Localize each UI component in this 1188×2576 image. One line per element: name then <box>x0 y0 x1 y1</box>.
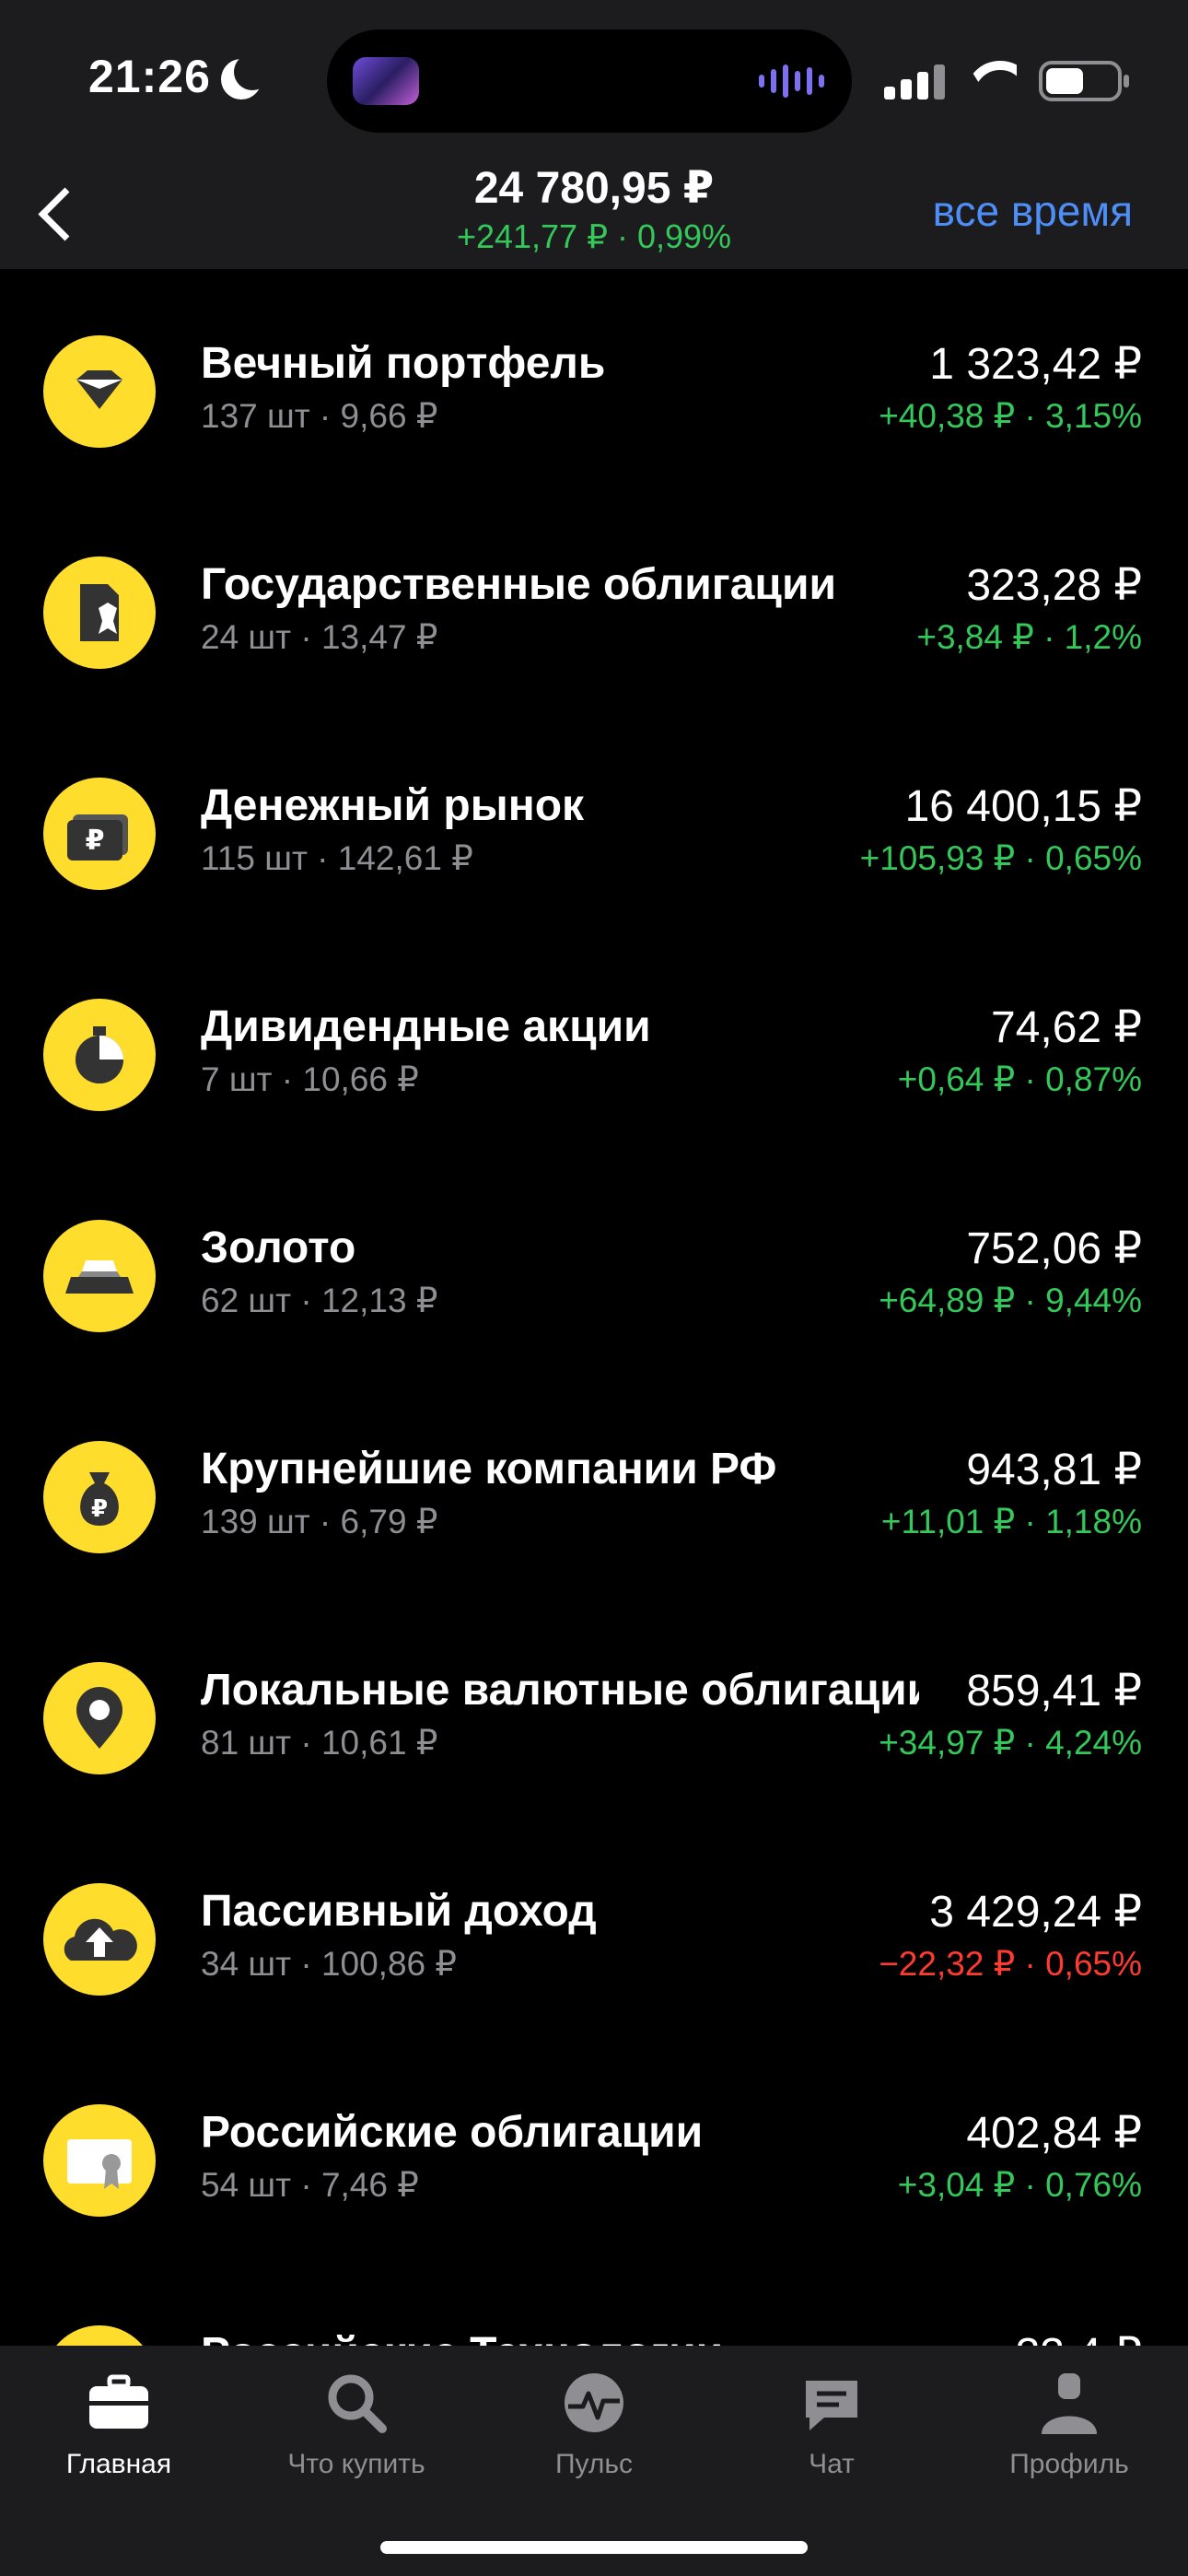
status-time: 21:26 <box>88 51 211 102</box>
item-value: 402,84 ₽ <box>966 2109 1142 2158</box>
tab-chat[interactable]: Чат <box>713 2346 950 2530</box>
item-value: 1 323,42 ₽ <box>929 340 1142 389</box>
item-name: Вечный портфель <box>201 339 606 388</box>
item-change: +40,38 ₽ · 3,15% <box>879 397 1142 435</box>
svg-text:₽: ₽ <box>86 825 105 857</box>
tab-label: Профиль <box>1009 2449 1129 2479</box>
tab-label: Чат <box>809 2449 855 2479</box>
tech-icon <box>43 2325 156 2346</box>
funds-list: Вечный портфель 137 шт · 9,66 ₽ 1 323,42… <box>0 269 1188 2346</box>
svg-text:₽: ₽ <box>91 1495 108 1523</box>
item-name: Государственные облигации <box>201 560 836 609</box>
item-value: 859,41 ₽ <box>966 1667 1142 1715</box>
tab-pulse[interactable]: Пульс <box>475 2346 713 2530</box>
tab-profile[interactable]: Профиль <box>950 2346 1188 2530</box>
status-bar: 21:26 <box>0 0 1188 157</box>
location-pin-icon <box>43 1662 156 1774</box>
chat-icon <box>798 2370 865 2436</box>
list-item[interactable]: ₽ Денежный рынок 115 шт · 142,61 ₽ 16 40… <box>0 711 1188 932</box>
moon-icon <box>221 53 271 100</box>
cellular-signal-icon <box>884 64 945 100</box>
item-quantity: 137 шт · 9,66 ₽ <box>201 397 438 435</box>
home-indicator[interactable] <box>380 2541 808 2554</box>
list-item[interactable]: Золото 62 шт · 12,13 ₽ 752,06 ₽ +64,89 ₽… <box>0 1153 1188 1375</box>
item-change: +3,84 ₽ · 1,2% <box>916 618 1142 656</box>
item-change: +64,89 ₽ · 9,44% <box>879 1282 1142 1319</box>
item-value: 323,28 ₽ <box>966 561 1142 610</box>
eagle-document-icon <box>43 556 156 669</box>
item-value: 943,81 ₽ <box>966 1446 1142 1494</box>
money-bag-icon: ₽ <box>43 1441 156 1553</box>
item-quantity: 62 шт · 12,13 ₽ <box>201 1282 438 1319</box>
list-item[interactable]: Пассивный доход 34 шт · 100,86 ₽ 3 429,2… <box>0 1817 1188 2038</box>
audio-wave-icon <box>759 64 824 98</box>
list-item[interactable]: Российские Технологии 33,4 ₽ <box>0 2259 1188 2346</box>
tab-label: Главная <box>65 2449 172 2479</box>
diamond-icon <box>43 335 156 448</box>
item-quantity: 139 шт · 6,79 ₽ <box>201 1503 438 1540</box>
item-value: 16 400,15 ₽ <box>904 782 1142 831</box>
tab-label: Пульс <box>554 2449 634 2479</box>
item-name: Денежный рынок <box>201 781 585 830</box>
list-item[interactable]: Локальные валютные облигации 81 шт · 10,… <box>0 1596 1188 1817</box>
list-item[interactable]: Российские облигации 54 шт · 7,46 ₽ 402,… <box>0 2038 1188 2259</box>
search-icon <box>323 2370 390 2436</box>
wifi-icon <box>965 61 1017 101</box>
album-art-icon <box>353 57 419 105</box>
item-name: Российские Технологии <box>201 2328 919 2346</box>
item-value: 3 429,24 ₽ <box>929 1888 1142 1937</box>
item-change: +105,93 ₽ · 0,65% <box>859 839 1142 877</box>
portfolio-header: 24 780,95 ₽ +241,77 ₽ · 0,99% все время <box>0 157 1188 269</box>
item-name: Крупнейшие компании РФ <box>201 1445 777 1493</box>
item-value: 74,62 ₽ <box>991 1003 1142 1052</box>
tab-what-to-buy[interactable]: Что купить <box>238 2346 475 2530</box>
pulse-icon <box>561 2370 627 2436</box>
item-change: +34,97 ₽ · 4,24% <box>879 1724 1142 1762</box>
item-change: +11,01 ₽ · 1,18% <box>880 1503 1142 1540</box>
list-item[interactable]: Дивидендные акции 7 шт · 10,66 ₽ 74,62 ₽… <box>0 932 1188 1153</box>
item-change: +0,64 ₽ · 0,87% <box>897 1060 1142 1098</box>
battery-icon <box>1039 61 1129 101</box>
cloud-upload-icon <box>43 1883 156 1996</box>
item-quantity: 7 шт · 10,66 ₽ <box>201 1060 419 1098</box>
profile-icon <box>1036 2370 1102 2436</box>
list-item[interactable]: Государственные облигации 24 шт · 13,47 … <box>0 490 1188 711</box>
pie-coin-icon <box>43 999 156 1111</box>
tab-label: Что купить <box>287 2449 425 2479</box>
item-value: 752,06 ₽ <box>966 1224 1142 1273</box>
item-name: Локальные валютные облигации <box>201 1666 919 1715</box>
dynamic-island[interactable] <box>327 29 852 133</box>
item-quantity: 81 шт · 10,61 ₽ <box>201 1724 438 1762</box>
item-quantity: 34 шт · 100,86 ₽ <box>201 1945 457 1983</box>
item-change: +3,04 ₽ · 0,76% <box>897 2166 1142 2204</box>
item-quantity: 115 шт · 142,61 ₽ <box>201 839 473 877</box>
item-value: 33,4 ₽ <box>1016 2328 1142 2346</box>
item-name: Золото <box>201 1224 356 1272</box>
ruble-banknotes-icon: ₽ <box>43 778 156 890</box>
item-name: Дивидендные акции <box>201 1002 651 1051</box>
item-name: Российские облигации <box>201 2108 704 2157</box>
item-change: −22,32 ₽ · 0,65% <box>879 1945 1142 1983</box>
item-quantity: 54 шт · 7,46 ₽ <box>201 2166 419 2204</box>
briefcase-icon <box>86 2370 152 2436</box>
tab-home[interactable]: Главная <box>0 2346 238 2530</box>
item-name: Пассивный доход <box>201 1887 597 1936</box>
list-item[interactable]: ₽ Крупнейшие компании РФ 139 шт · 6,79 ₽… <box>0 1375 1188 1596</box>
certificate-icon <box>43 2104 156 2217</box>
item-quantity: 24 шт · 13,47 ₽ <box>201 618 438 656</box>
tab-bar: Главная Что купить Пульс Чат Профиль <box>0 2346 1188 2576</box>
gold-bar-icon <box>43 1220 156 1332</box>
list-item[interactable]: Вечный портфель 137 шт · 9,66 ₽ 1 323,42… <box>0 269 1188 490</box>
period-selector[interactable]: все время <box>933 186 1133 236</box>
